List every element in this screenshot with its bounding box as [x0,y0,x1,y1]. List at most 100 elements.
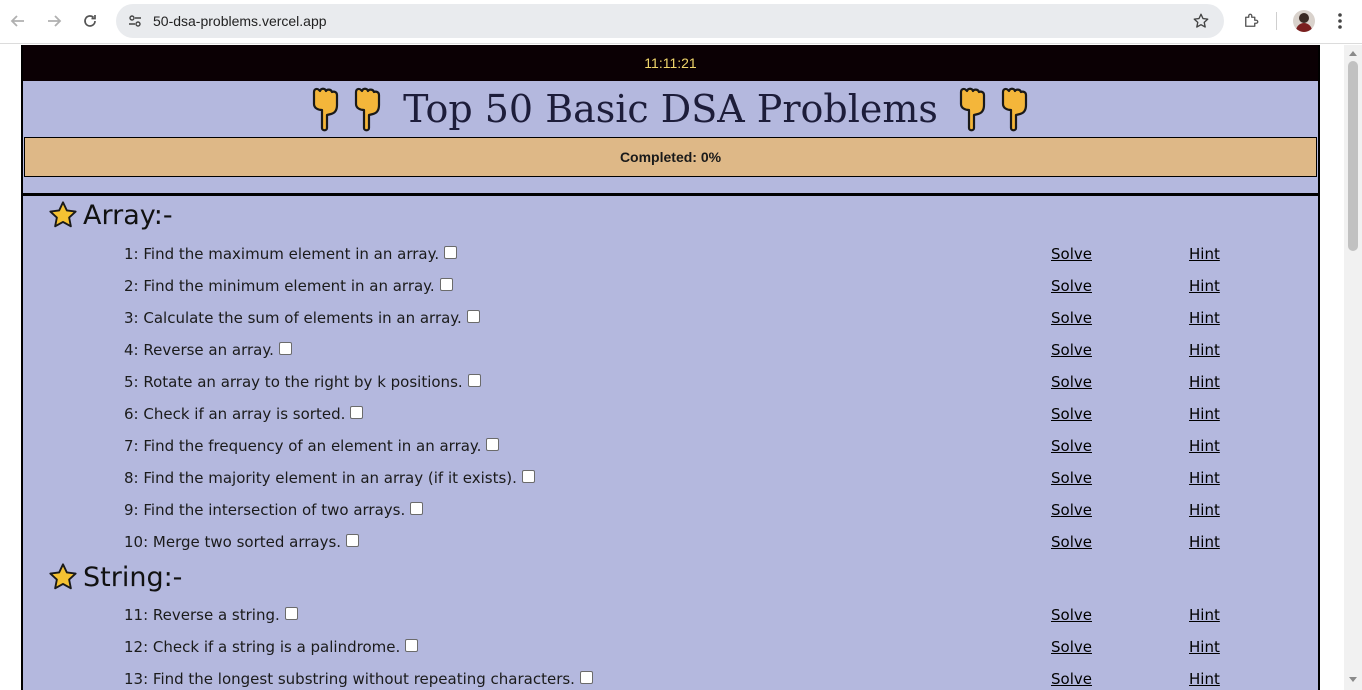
scrollbar-thumb[interactable] [1348,61,1358,251]
avatar[interactable] [1293,10,1315,32]
problem-text: 3: Calculate the sum of elements in an a… [124,309,462,327]
problem-row: 6: Check if an array is sorted. Solve Hi… [23,399,1318,431]
problem-item: 1: Find the maximum element in an array. [124,245,458,263]
problem-checkbox[interactable] [284,606,298,620]
hint-link[interactable]: Hint [1189,533,1220,551]
solve-link[interactable]: Solve [1051,469,1092,487]
problem-text: 5: Rotate an array to the right by k pos… [124,373,463,391]
hint-link[interactable]: Hint [1189,245,1220,263]
hint-link[interactable]: Hint [1189,437,1220,455]
problem-checkbox[interactable] [486,437,500,451]
scroll-down-arrow-icon[interactable] [1349,677,1357,682]
title-text: Top 50 Basic DSA Problems [403,87,938,131]
hint-link[interactable]: Hint [1189,373,1220,391]
solve-link[interactable]: Solve [1051,309,1092,327]
pointing-down-hand-icon [354,87,381,132]
problem-text: 10: Merge two sorted arrays. [124,533,342,551]
problem-checkbox[interactable] [405,638,419,652]
problem-item: 2: Find the minimum element in an array. [124,277,453,295]
problem-text: 2: Find the minimum element in an array. [124,277,435,295]
problem-text: 11: Reverse a string. [124,606,280,624]
problem-item: 7: Find the frequency of an element in a… [124,437,500,455]
problem-checkbox[interactable] [521,469,535,483]
problem-row: 4: Reverse an array. Solve Hint [23,335,1318,367]
problem-item: 12: Check if a string is a palindrome. [124,638,419,656]
page-viewport: 11:11:21 Top 50 Basic DSA Problems Compl… [0,45,1362,690]
section-title: String:- [83,561,183,593]
vertical-scrollbar[interactable] [1344,45,1362,690]
solve-link[interactable]: Solve [1051,373,1092,391]
hint-link[interactable]: Hint [1189,638,1220,656]
puzzle-icon[interactable] [1239,9,1263,33]
problem-text: 9: Find the intersection of two arrays. [124,501,406,519]
hint-link[interactable]: Hint [1189,670,1220,688]
problem-item: 9: Find the intersection of two arrays. [124,501,424,519]
section-heading-array: Array:- [47,196,173,234]
star-icon[interactable] [1190,10,1212,32]
address-bar[interactable]: 50-dsa-problems.vercel.app [116,4,1224,38]
kebab-menu-icon[interactable] [1328,9,1352,33]
solve-link[interactable]: Solve [1051,606,1092,624]
back-arrow-icon[interactable] [6,9,30,33]
completed-text: Completed: 0% [619,149,722,165]
problem-checkbox[interactable] [278,341,292,355]
clock-bar: 11:11:21 [23,45,1318,81]
section-title: Array:- [83,199,173,231]
hint-link[interactable]: Hint [1189,405,1220,423]
problem-item: 10: Merge two sorted arrays. [124,533,360,551]
problem-checkbox[interactable] [444,245,458,259]
star-icon [49,201,77,228]
hint-link[interactable]: Hint [1189,501,1220,519]
problem-text: 8: Find the majority element in an array… [124,469,517,487]
problem-checkbox[interactable] [466,309,480,323]
problem-item: 8: Find the majority element in an array… [124,469,535,487]
problem-row: 2: Find the minimum element in an array.… [23,271,1318,303]
solve-link[interactable]: Solve [1051,670,1092,688]
solve-link[interactable]: Solve [1051,245,1092,263]
scroll-up-arrow-icon[interactable] [1349,51,1357,56]
problem-checkbox[interactable] [346,533,360,547]
problem-row: 3: Calculate the sum of elements in an a… [23,303,1318,335]
solve-link[interactable]: Solve [1051,533,1092,551]
solve-link[interactable]: Solve [1051,277,1092,295]
problem-text: 7: Find the frequency of an element in a… [124,437,482,455]
problem-item: 11: Reverse a string. [124,606,298,624]
pointing-down-hand-icon [1001,87,1028,132]
divider [23,193,1318,196]
hint-link[interactable]: Hint [1189,341,1220,359]
solve-link[interactable]: Solve [1051,638,1092,656]
solve-link[interactable]: Solve [1051,405,1092,423]
problem-row: 8: Find the majority element in an array… [23,463,1318,495]
problem-row: 7: Find the frequency of an element in a… [23,431,1318,463]
problem-checkbox[interactable] [410,501,424,515]
pointing-down-hand-icon [312,87,339,132]
site-info-icon[interactable] [126,12,144,30]
progress-bar: Completed: 0% [24,137,1317,177]
problem-row: 10: Merge two sorted arrays. Solve Hint [23,527,1318,559]
problem-text: 1: Find the maximum element in an array. [124,245,440,263]
problem-checkbox[interactable] [579,670,593,684]
problem-checkbox[interactable] [350,405,364,419]
clock-text: 11:11:21 [644,55,697,71]
problem-item: 5: Rotate an array to the right by k pos… [124,373,481,391]
url-text[interactable]: 50-dsa-problems.vercel.app [153,13,327,29]
problem-row: 5: Rotate an array to the right by k pos… [23,367,1318,399]
problem-item: 4: Reverse an array. [124,341,292,359]
browser-toolbar: 50-dsa-problems.vercel.app [0,0,1362,44]
page-title: Top 50 Basic DSA Problems [23,81,1318,137]
problem-row: 12: Check if a string is a palindrome. S… [23,632,1318,664]
solve-link[interactable]: Solve [1051,437,1092,455]
solve-link[interactable]: Solve [1051,501,1092,519]
problem-checkbox[interactable] [439,277,453,291]
hint-link[interactable]: Hint [1189,606,1220,624]
reload-icon[interactable] [78,9,102,33]
page-container: 11:11:21 Top 50 Basic DSA Problems Compl… [21,45,1320,690]
problem-text: 13: Find the longest substring without r… [124,670,575,688]
forward-arrow-icon[interactable] [42,9,66,33]
hint-link[interactable]: Hint [1189,277,1220,295]
problem-checkbox[interactable] [467,373,481,387]
solve-link[interactable]: Solve [1051,341,1092,359]
hint-link[interactable]: Hint [1189,469,1220,487]
hint-link[interactable]: Hint [1189,309,1220,327]
star-icon [49,563,77,590]
